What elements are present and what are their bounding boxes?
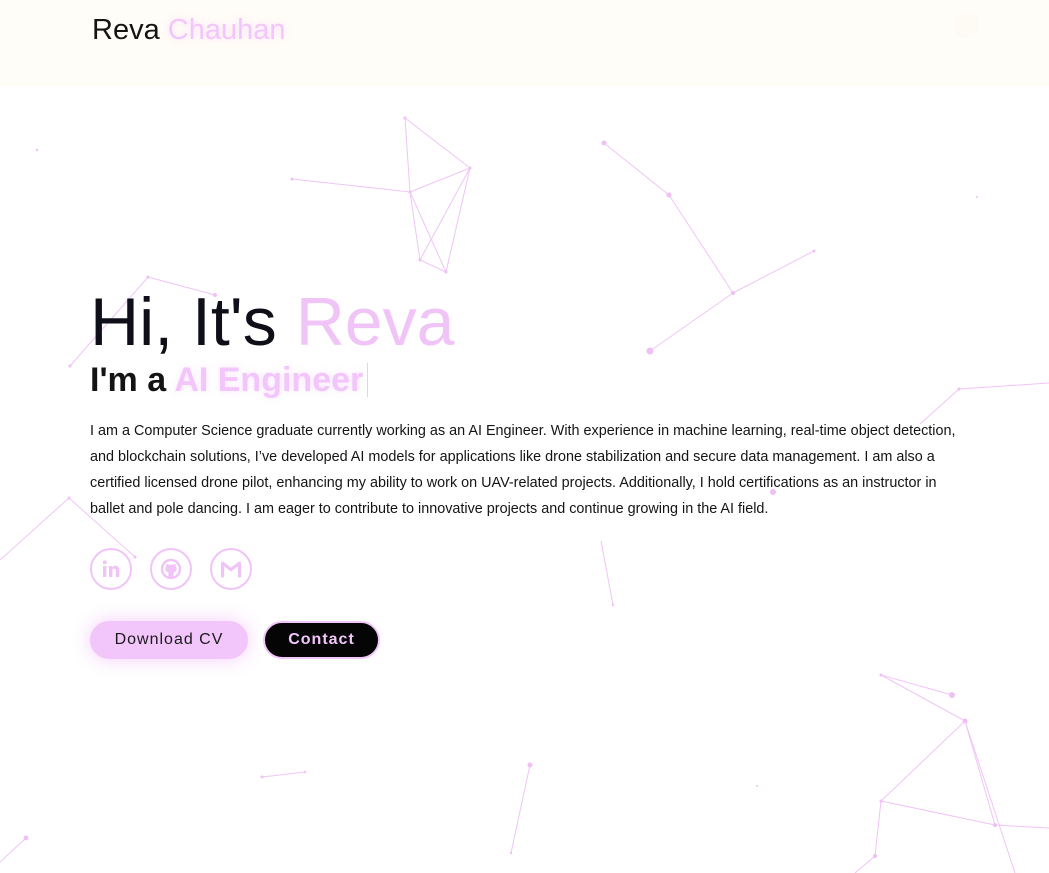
typed-role: AI Engineer xyxy=(174,361,364,399)
menu-toggle-button[interactable] xyxy=(953,12,979,38)
download-cv-button[interactable]: Download CV xyxy=(90,621,248,659)
subtitle-prefix: I'm a xyxy=(90,361,167,399)
site-logo[interactable]: Reva Chauhan xyxy=(92,14,285,47)
gmail-icon xyxy=(220,561,242,578)
contact-button[interactable]: Contact xyxy=(263,621,380,659)
hero-actions: Download CV Contact xyxy=(90,621,970,659)
github-icon xyxy=(160,558,182,580)
social-links xyxy=(90,548,970,590)
hero-name: Reva xyxy=(295,284,455,360)
hero-bio: I am a Computer Science graduate current… xyxy=(90,423,956,517)
hero-section: Hi, It's Reva I'm a AI Engineer I am a C… xyxy=(90,282,970,659)
github-link[interactable] xyxy=(150,548,192,590)
brand-first-name: Reva xyxy=(92,14,160,46)
typing-cursor xyxy=(367,363,369,397)
linkedin-link[interactable] xyxy=(90,548,132,590)
brand-last-name: Chauhan xyxy=(167,14,286,46)
site-header: Reva Chauhan xyxy=(0,0,1049,86)
gmail-link[interactable] xyxy=(210,548,252,590)
page: Reva Chauhan Hi, It's Reva I'm a AI Engi… xyxy=(0,0,1049,873)
hero-greeting: Hi, It's xyxy=(90,284,277,360)
hero-subtitle: I'm a AI Engineer xyxy=(90,358,970,402)
hero-title: Hi, It's Reva xyxy=(90,282,970,362)
linkedin-icon xyxy=(102,560,120,577)
